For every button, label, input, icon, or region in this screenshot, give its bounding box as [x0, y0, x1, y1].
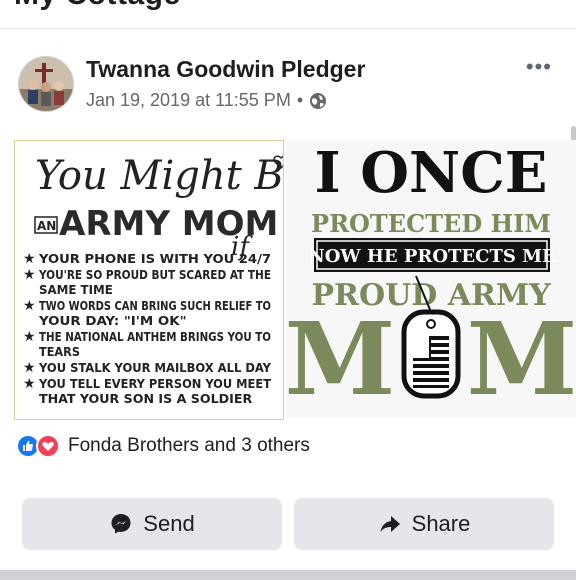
- heart-outline-icon[interactable]: [273, 155, 284, 169]
- list-item-line-5-1: THAT YOUR SON IS A SOLDIER: [39, 391, 253, 406]
- mom-letter-m2: M: [467, 300, 576, 418]
- avatar[interactable]: [18, 56, 74, 112]
- globe-icon: [310, 92, 327, 109]
- post-image-gallery: You Might Be AN ARMY MOM if ★ YOUR PHONE …: [0, 140, 576, 420]
- more-options-button[interactable]: •••: [526, 54, 552, 80]
- post-timestamp[interactable]: Jan 19, 2019 at 11:55 PM: [86, 90, 291, 111]
- now-he-protects-me-text: NOW HE PROTECTS ME: [308, 246, 556, 267]
- list-item-line-3-1: TEARS: [39, 344, 80, 359]
- list-item-line-4-0: YOU STALK YOUR MAILBOX ALL DAY: [38, 360, 272, 375]
- list-star-icon: ★: [23, 267, 36, 283]
- list-item-line-5-0: YOU TELL EVERY PERSON YOU MEET: [38, 376, 271, 391]
- list-star-icon: ★: [23, 298, 36, 314]
- post-author-name[interactable]: Twanna Goodwin Pledger: [86, 56, 365, 83]
- meta-separator: •: [296, 90, 304, 110]
- army-mom-list-image[interactable]: You Might Be AN ARMY MOM if ★ YOUR PHONE …: [14, 140, 284, 420]
- post-header: Twanna Goodwin Pledger Jan 19, 2019 at 1…: [0, 44, 576, 134]
- love-icon: [36, 434, 60, 458]
- reactions-summary[interactable]: Fonda Brothers and 3 others: [16, 434, 310, 458]
- proud-army-mom-image[interactable]: I ONCE PROTECTED HIM NOW HE PROTECTS ME …: [286, 140, 576, 418]
- reactions-text: Fonda Brothers and 3 others: [68, 435, 310, 456]
- list-item-line-0-0: YOUR PHONE IS WITH YOU 24/7: [38, 251, 271, 266]
- send-label: Send: [143, 511, 195, 536]
- list-item-line-2-1: YOUR DAY: "I'M OK": [38, 313, 187, 328]
- list-star-icon: ★: [23, 360, 36, 376]
- list-star-icon: ★: [23, 376, 36, 392]
- avatar-photo: [19, 57, 73, 111]
- list-item-line-1-0: YOU'RE SO PROUD BUT SCARED AT THE: [38, 267, 271, 282]
- list-items: ★ YOUR PHONE IS WITH YOU 24/7★ YOU'RE SO P…: [23, 251, 272, 406]
- proud-army-mom-graphic: I ONCE PROTECTED HIM NOW HE PROTECTS ME …: [286, 140, 576, 418]
- share-label: Share: [411, 511, 471, 536]
- previous-post-title: My Cottage: [14, 0, 181, 12]
- messenger-icon: [111, 514, 131, 534]
- list-star-icon: ★: [23, 251, 36, 267]
- post-meta: Jan 19, 2019 at 11:55 PM •: [86, 90, 327, 111]
- list-item-line-3-0: THE NATIONAL ANTHEM BRINGS YOU TO: [39, 329, 271, 344]
- mom-letter-m1: M: [286, 300, 395, 418]
- post-separator-bar: [0, 570, 576, 580]
- share-arrow-icon: [380, 516, 400, 532]
- list-star-icon: ★: [23, 329, 36, 345]
- previous-post-cutoff: My Cottage: [0, 0, 576, 29]
- i-once-text: I ONCE: [315, 140, 548, 206]
- send-button[interactable]: Send: [22, 498, 282, 550]
- share-button[interactable]: Share: [294, 498, 554, 550]
- army-mom-list-graphic: You Might Be AN ARMY MOM if ★ YOUR PHONE …: [23, 153, 283, 406]
- script-heading: You Might Be: [35, 153, 283, 199]
- protected-him-text: PROTECTED HIM: [311, 209, 551, 238]
- an-label: AN: [37, 219, 56, 233]
- list-item-line-1-1: SAME TIME: [39, 282, 113, 297]
- list-item-line-2-0: TWO WORDS CAN BRING SUCH RELIEF TO: [39, 298, 271, 313]
